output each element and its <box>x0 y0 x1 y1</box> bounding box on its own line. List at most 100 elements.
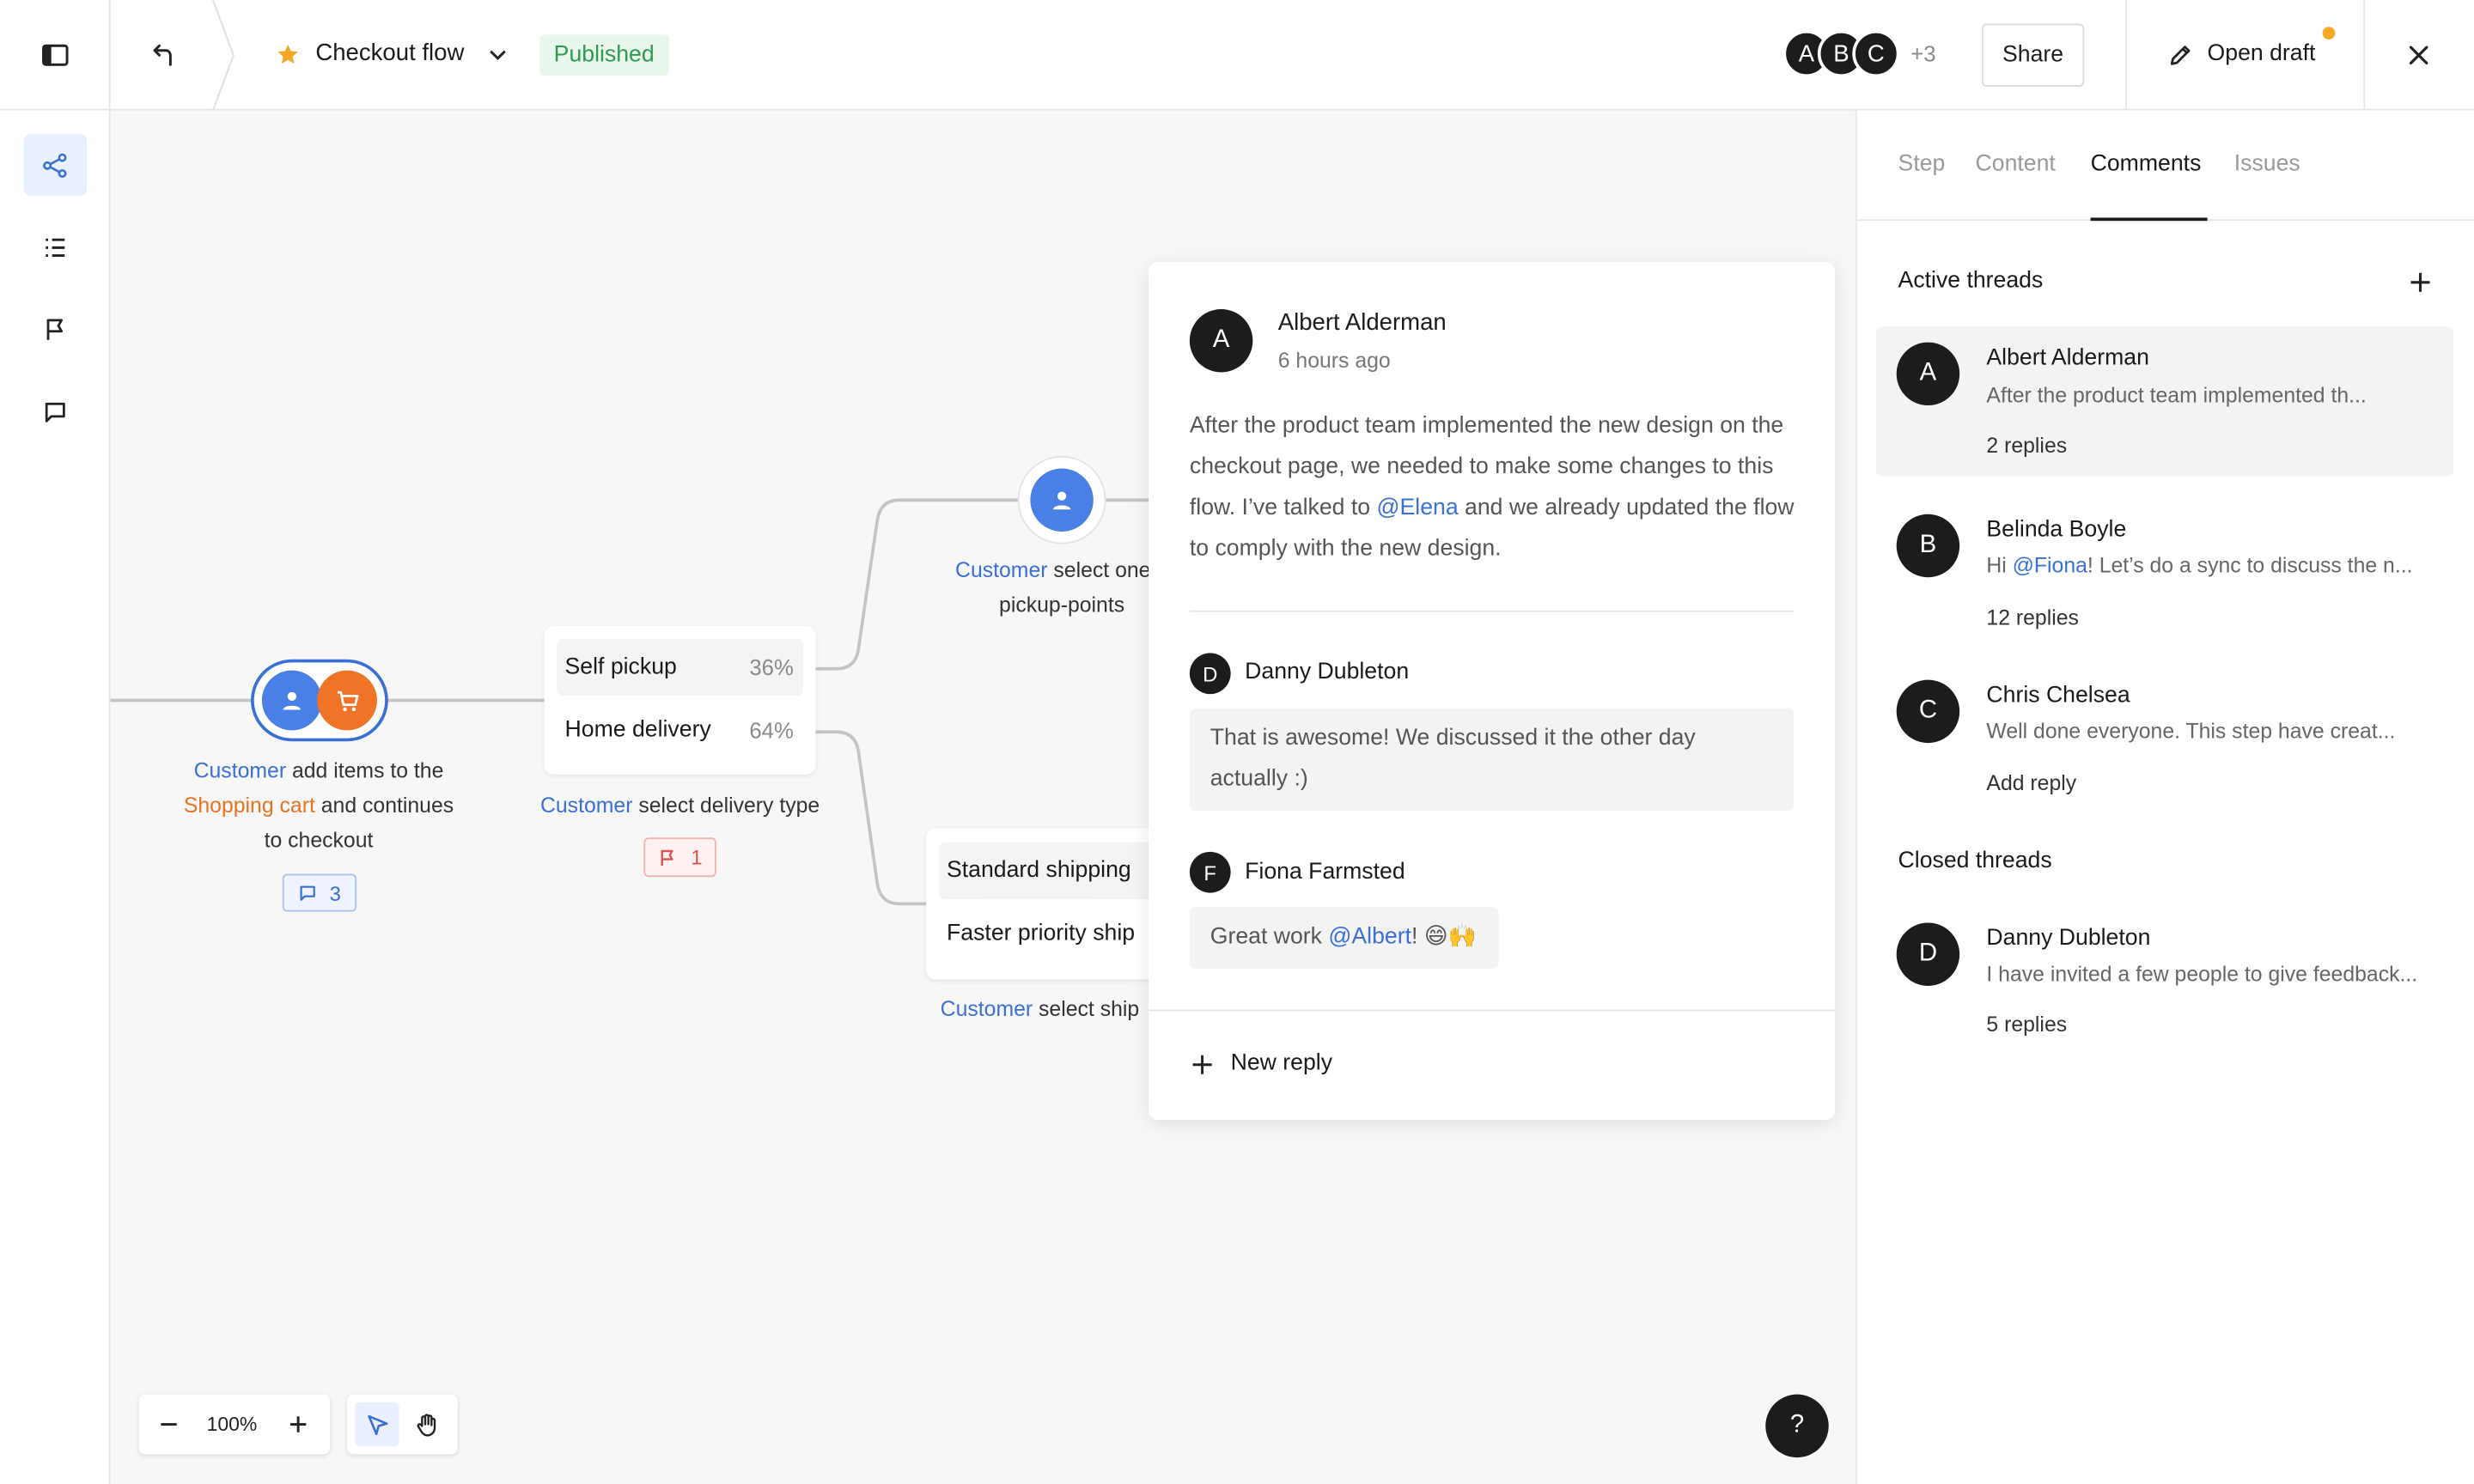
thread-avatar: B <box>1896 514 1960 578</box>
thread-preview: After the product team implemented th... <box>1986 383 2367 407</box>
right-panel: Step Content Comments Issues Active thre… <box>1855 110 2474 1484</box>
sidebar-item-comments[interactable] <box>24 380 87 442</box>
comment-icon <box>45 401 65 422</box>
top-bar: Checkout flow Published A B C +3 Share O… <box>0 0 2474 111</box>
zoom-controls: 100% <box>138 1394 330 1455</box>
tab-comments[interactable]: Comments <box>2091 151 2202 176</box>
customer-avatar <box>261 670 322 731</box>
thread-replies[interactable]: 5 replies <box>1986 1013 2067 1037</box>
thread-author: Danny Dubleton <box>1986 926 2151 952</box>
cursor-pointer-icon <box>367 1414 387 1435</box>
panel-tabs: Step Content Comments Issues <box>1856 111 2474 222</box>
plus-icon <box>289 1416 307 1432</box>
arrow-up-left-icon <box>153 44 172 66</box>
toggle-sidebar-button[interactable] <box>32 32 79 79</box>
author-avatar: A <box>1189 308 1253 373</box>
sidebar-item-list[interactable] <box>24 216 87 278</box>
open-draft-label: Open draft <box>2207 40 2316 67</box>
active-tab-indicator <box>2090 217 2208 222</box>
thread-item[interactable]: B Belinda Boyle Hi @Fiona! Let’s do a sy… <box>1876 498 2453 648</box>
collaborator-avatar[interactable]: C <box>1852 29 1900 77</box>
comment-time: 6 hours ago <box>1277 348 1391 373</box>
thread-preview: Hi @Fiona! Let’s do a sync to discuss th… <box>1986 553 2413 578</box>
thread-preview: I have invited a few people to give feed… <box>1986 962 2418 986</box>
reply-bubble: Great work @Albert! 😄🙌 <box>1189 907 1499 969</box>
close-button[interactable] <box>2395 32 2442 79</box>
thread-item[interactable]: D Danny Dubleton I have invited a few pe… <box>1876 907 2453 1056</box>
reply-bubble: That is awesome! We discussed it the oth… <box>1189 708 1795 812</box>
hand-icon <box>417 1414 436 1437</box>
option-self-pickup[interactable]: Self pickup 36% <box>557 638 803 696</box>
tab-content[interactable]: Content <box>1976 151 2056 176</box>
shopping-cart-icon <box>337 690 358 711</box>
start-node-description: Customer add items to the Shopping cart … <box>183 758 454 852</box>
thread-item[interactable]: A Albert Alderman After the product team… <box>1875 326 2454 477</box>
thread-item[interactable]: C Chris Chelsea Well done everyone. This… <box>1876 664 2453 813</box>
thread-replies[interactable]: 2 replies <box>1986 434 2067 458</box>
thread-author: Belinda Boyle <box>1986 517 2127 543</box>
start-node[interactable] <box>251 659 388 742</box>
left-sidebar <box>0 110 111 1484</box>
divider <box>1149 1009 1836 1012</box>
reply-author: Fiona Farmsted <box>1245 860 1405 885</box>
comment-body: After the product team implemented the n… <box>1189 413 1795 562</box>
flag-icon <box>661 848 673 866</box>
collaborators-more-count[interactable]: +3 <box>1910 41 1935 66</box>
select-tool-button[interactable] <box>355 1402 399 1447</box>
tab-step[interactable]: Step <box>1898 151 1946 176</box>
flow-title[interactable]: Checkout flow <box>315 40 464 66</box>
active-threads-heading: Active threads <box>1898 268 2044 294</box>
add-reply-link[interactable]: Add reply <box>1986 771 2076 795</box>
share-button[interactable]: Share <box>1981 23 2085 88</box>
thread-avatar: D <box>1896 922 1960 986</box>
option-home-delivery[interactable]: Home delivery 64% <box>557 702 803 758</box>
thread-avatar: C <box>1896 679 1960 744</box>
status-badge: Published <box>539 34 669 76</box>
notification-dot <box>2322 27 2336 40</box>
back-button[interactable] <box>140 32 187 79</box>
hand-tool-button[interactable] <box>405 1402 449 1446</box>
thread-author: Chris Chelsea <box>1986 683 2130 709</box>
comment-count-badge[interactable]: 3 <box>282 873 357 912</box>
closed-threads-heading: Closed threads <box>1898 848 2052 874</box>
chevron-down-icon[interactable] <box>488 46 509 64</box>
tab-issues[interactable]: Issues <box>2234 151 2300 176</box>
list-icon <box>46 237 65 257</box>
reply-avatar: D <box>1189 653 1231 695</box>
issue-flag-badge[interactable]: 1 <box>643 837 716 878</box>
open-draft-button[interactable]: Open draft <box>2161 27 2338 82</box>
sidebar-panel-icon <box>42 44 69 66</box>
zoom-out-button[interactable] <box>151 1407 186 1441</box>
comment-thread-popover: A Albert Alderman 6 hours ago After the … <box>1149 261 1836 1121</box>
add-thread-icon[interactable] <box>2410 271 2432 294</box>
pencil-icon <box>2170 46 2191 65</box>
mention-link[interactable]: @Elena <box>1376 496 1458 520</box>
breadcrumb-separator <box>211 0 235 111</box>
help-button[interactable]: ? <box>1765 1394 1829 1458</box>
close-icon <box>2409 46 2428 65</box>
flow-graph-icon <box>43 152 67 178</box>
thread-author: Albert Alderman <box>1986 345 2149 371</box>
zoom-in-button[interactable] <box>281 1407 315 1441</box>
plus-icon <box>1192 1055 1212 1074</box>
sidebar-item-flow[interactable] <box>23 134 88 196</box>
comment-icon <box>300 885 315 901</box>
star-icon[interactable] <box>276 43 300 67</box>
reply-avatar: F <box>1189 851 1231 893</box>
thread-avatar: A <box>1896 342 1960 406</box>
mention-link[interactable]: @Albert <box>1328 924 1411 949</box>
divider <box>1189 610 1795 612</box>
reply-author: Danny Dubleton <box>1245 659 1410 685</box>
flag-icon <box>46 318 64 339</box>
pickup-point-node[interactable] <box>1019 457 1105 543</box>
new-reply-button[interactable]: New reply <box>1190 1049 1379 1083</box>
zoom-level[interactable]: 100% <box>207 1414 258 1436</box>
author-name: Albert Alderman <box>1277 308 1447 337</box>
person-icon <box>1052 491 1071 510</box>
person-icon <box>283 691 301 710</box>
thread-replies[interactable]: 12 replies <box>1986 605 2079 629</box>
minus-icon <box>161 1423 177 1426</box>
delivery-type-node[interactable]: Self pickup 36% Home delivery 64% <box>544 626 816 775</box>
delivery-type-description: Customer select delivery type <box>539 793 820 818</box>
sidebar-item-issues[interactable] <box>24 298 87 360</box>
